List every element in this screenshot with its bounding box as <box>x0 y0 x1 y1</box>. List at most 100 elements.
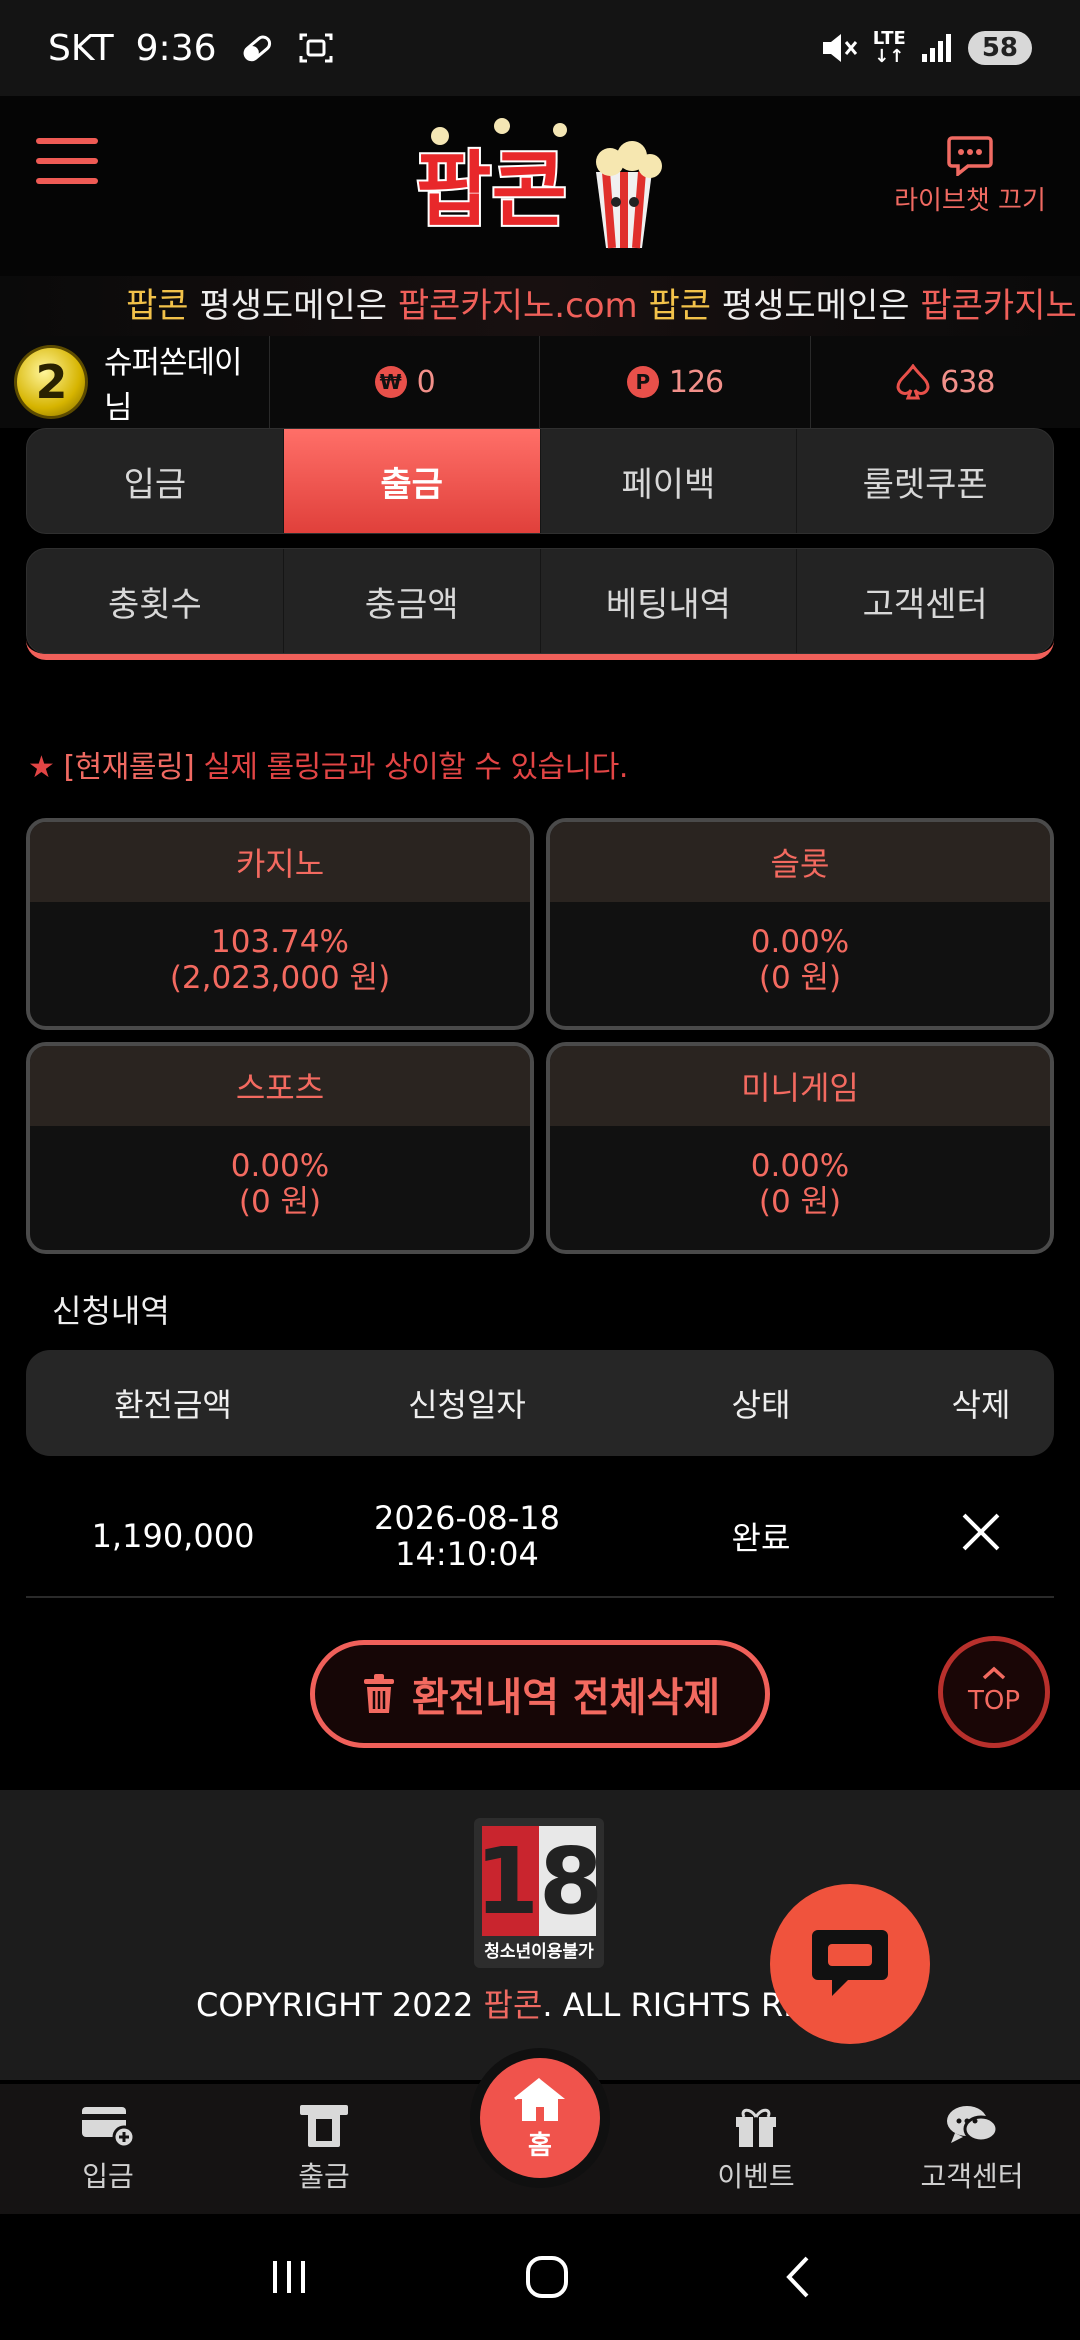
spade-value: 638 <box>940 364 995 400</box>
chat-bubble-icon <box>947 136 993 176</box>
status-bar: SKT 9:36 LTE ↓↑ 58 <box>0 0 1080 96</box>
ticker-segment: 평생도메인은 <box>188 286 398 326</box>
rolling-card-slot: 슬롯 0.00% (0 원) <box>546 818 1054 1030</box>
row-amount: 1,190,000 <box>91 1517 255 1555</box>
ticker-segment: 팝콘카지노.com <box>920 286 1080 326</box>
nav-event[interactable]: 이벤트 <box>648 2084 864 2214</box>
lte-indicator: LTE ↓↑ <box>872 28 906 67</box>
point-coin-icon: P <box>626 366 659 398</box>
domain-ticker: 팝콘 평생도메인은 팝콘카지노.com 팝콘 평생도메인은 팝콘카지노.com <box>0 276 1080 336</box>
card-percent: 0.00% <box>750 924 850 960</box>
chevron-up-icon <box>982 1666 1006 1680</box>
card-add-icon <box>82 2107 136 2149</box>
scroll-top-button[interactable]: TOP <box>938 1636 1050 1748</box>
nav-support[interactable]: 고객센터 <box>864 2084 1080 2214</box>
column-header: 환전금액 <box>114 1386 232 1424</box>
row-status: 완료 <box>731 1519 791 1557</box>
card-amount: (0 원) <box>758 960 842 996</box>
rolling-card-minigame: 미니게임 0.00% (0 원) <box>546 1042 1054 1254</box>
won-balance[interactable]: ₩ 0 <box>270 336 541 428</box>
battery-indicator: 58 <box>967 31 1032 65</box>
close-icon[interactable] <box>961 1512 1001 1552</box>
history-table-header: 환전금액 신청일자 상태 삭제 <box>26 1350 1054 1456</box>
card-percent: 0.00% <box>230 1148 330 1184</box>
notice-text: 실제 롤링금과 상이할 수 있습니다. <box>203 750 628 785</box>
back-icon[interactable] <box>783 2254 813 2300</box>
primary-tabs: 입금 출금 페이백 룰렛쿠폰 <box>26 428 1054 534</box>
age-restriction-badge: 18 청소년이용불가 <box>474 1818 604 1968</box>
nav-home-label: 홈 <box>528 2130 552 2161</box>
app-header: 팝콘 라이브챗 끄기 <box>0 96 1080 276</box>
delete-all-button[interactable]: 환전내역 전체삭제 <box>310 1640 770 1748</box>
screenshot-icon <box>299 33 332 63</box>
ticker-segment: 팝콘카지노.com <box>397 286 638 326</box>
nav-home[interactable]: 홈 <box>470 2048 610 2188</box>
nav-support-label: 고객센터 <box>920 2160 1024 2193</box>
gift-icon <box>736 2108 776 2147</box>
point-value: 126 <box>668 364 724 400</box>
spade-icon <box>896 364 930 400</box>
delete-all-label: 환전내역 전체삭제 <box>411 1675 721 1721</box>
system-nav-bar <box>0 2214 1080 2340</box>
age-number: 18 <box>474 1826 604 1936</box>
tab-deposit[interactable]: 입금 <box>27 429 284 533</box>
popcorn-logo[interactable]: 팝콘 <box>410 110 670 260</box>
chat-fab[interactable] <box>770 1884 930 2044</box>
won-value: 0 <box>416 364 436 400</box>
rolling-card-sports: 스포츠 0.00% (0 원) <box>26 1042 534 1254</box>
tab-payback[interactable]: 페이백 <box>541 429 798 533</box>
secondary-tabs: 충횟수 충금액 베팅내역 고객센터 <box>26 548 1054 654</box>
card-title: 스포츠 <box>30 1046 530 1126</box>
point-balance[interactable]: P 126 <box>540 336 811 428</box>
card-title: 슬롯 <box>550 822 1050 902</box>
tab-roulette-coupon[interactable]: 룰렛쿠폰 <box>797 429 1053 533</box>
live-chat-toggle[interactable]: 라이브챗 끄기 <box>890 134 1050 217</box>
ticker-segment: 평생도메인은 <box>711 286 921 326</box>
home-icon <box>514 2077 565 2121</box>
tab-customer-center[interactable]: 고객센터 <box>797 549 1053 653</box>
row-delete[interactable] <box>908 1512 1054 1560</box>
recent-apps-icon[interactable] <box>267 2257 311 2297</box>
user-profile[interactable]: 2 슈퍼쏜데이님 <box>0 336 270 428</box>
notice-tag: [현재롤링] <box>63 750 195 785</box>
ticker-segment: 팝콘 <box>637 286 712 326</box>
card-percent: 0.00% <box>750 1148 850 1184</box>
nav-event-label: 이벤트 <box>717 2160 795 2193</box>
menu-icon[interactable] <box>36 138 98 184</box>
tab-withdraw[interactable]: 출금 <box>283 429 541 533</box>
copyright: COPYRIGHT 2022 팝콘. ALL RIGHTS RESE <box>196 1986 845 2024</box>
trash-icon <box>363 1674 394 1713</box>
rolling-notice: ★ [현재롤링] 실제 롤링금과 상이할 수 있습니다. <box>28 742 628 786</box>
carrier-label: SKT <box>48 27 114 69</box>
nav-deposit-label: 입금 <box>82 2160 134 2193</box>
nav-withdraw-label: 출금 <box>298 2160 350 2193</box>
nav-deposit[interactable]: 입금 <box>0 2084 216 2214</box>
ticker-segment: 팝콘 <box>126 286 189 326</box>
live-chat-label: 라이브챗 끄기 <box>894 186 1046 216</box>
signal-icon <box>921 34 951 62</box>
card-title: 카지노 <box>30 822 530 902</box>
user-info-bar: 2 슈퍼쏜데이님 ₩ 0 P 126 638 <box>0 336 1080 428</box>
card-title: 미니게임 <box>550 1046 1050 1126</box>
card-amount: (0 원) <box>238 1184 322 1220</box>
rolling-card-casino: 카지노 103.74% (2,023,000 원) <box>26 818 534 1030</box>
pill-icon <box>243 35 271 62</box>
row-date: 2026-08-18 14:10:04 <box>374 1499 560 1573</box>
level-badge: 2 <box>14 345 88 419</box>
clock: 9:36 <box>135 27 217 69</box>
column-header: 상태 <box>731 1386 791 1424</box>
home-button-icon[interactable] <box>524 2254 570 2300</box>
card-amount: (2,023,000 원) <box>169 960 391 996</box>
column-header: 삭제 <box>951 1386 1011 1424</box>
spade-balance[interactable]: 638 <box>811 336 1080 428</box>
tab-betting-history[interactable]: 베팅내역 <box>541 549 798 653</box>
atm-icon <box>300 2105 348 2147</box>
chat-bubbles-icon <box>947 2106 999 2143</box>
star-icon: ★ <box>28 750 55 785</box>
tab-charge-count[interactable]: 충횟수 <box>27 549 284 653</box>
column-header: 신청일자 <box>408 1386 526 1424</box>
card-amount: (0 원) <box>758 1184 842 1220</box>
tab-charge-amount[interactable]: 충금액 <box>284 549 541 653</box>
card-percent: 103.74% <box>211 924 349 960</box>
nav-withdraw[interactable]: 출금 <box>216 2084 432 2214</box>
